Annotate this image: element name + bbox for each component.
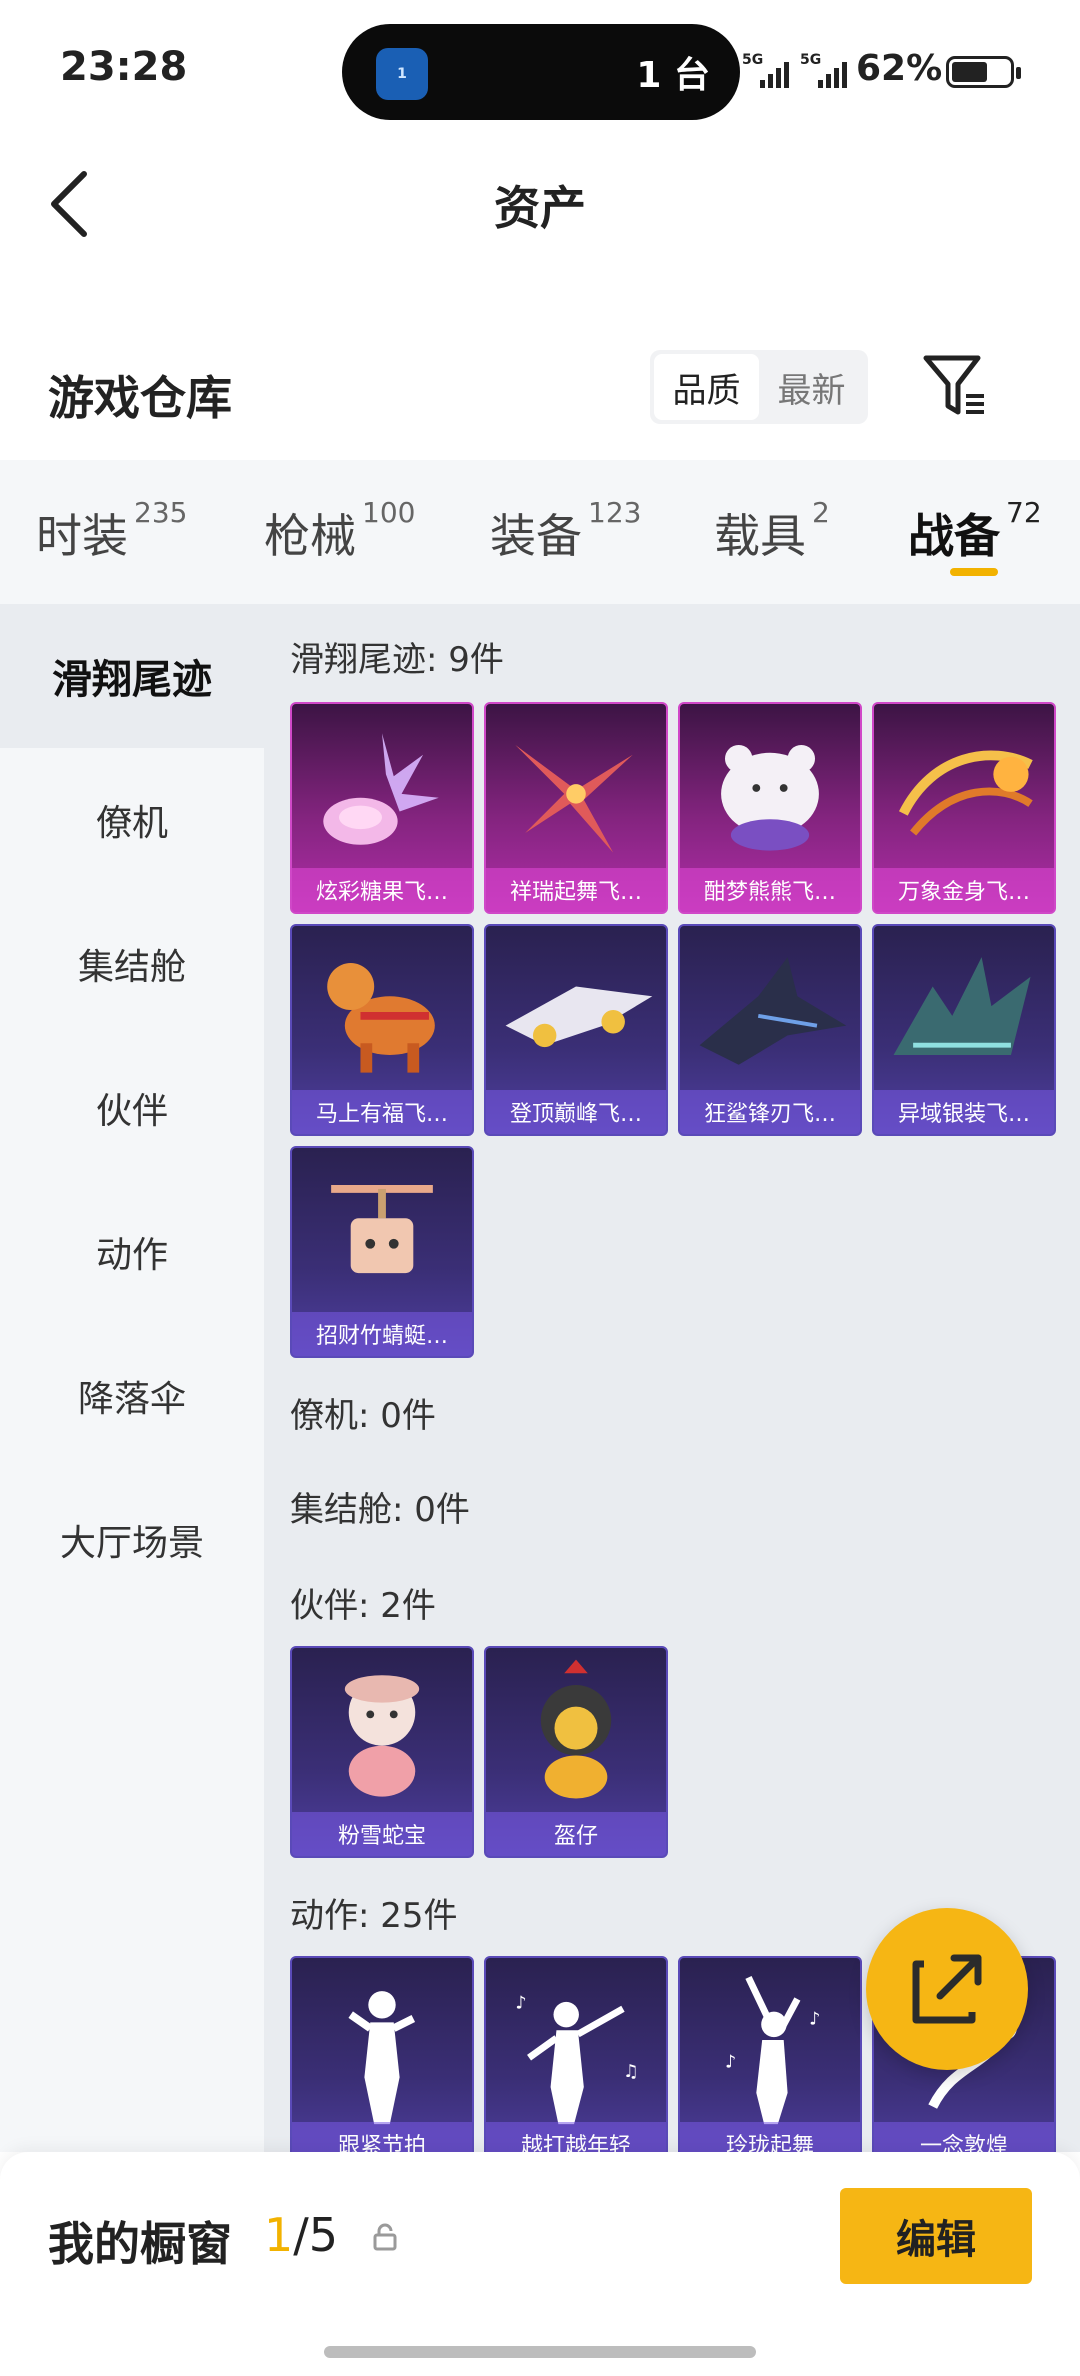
horse-trail-art	[327, 963, 435, 1073]
section-title-rally-pod: 集结舱: 0件	[290, 1490, 470, 1530]
item-card[interactable]: 招财竹蜻蜓…	[290, 1146, 474, 1358]
share-icon	[912, 1954, 982, 2024]
item-name: 一念敦煌	[874, 2122, 1054, 2152]
sidebar-item-parachute[interactable]: 降落伞	[0, 1324, 264, 1468]
item-card[interactable]: 祥瑞起舞飞…	[484, 702, 668, 914]
island-text: 1 台	[636, 55, 710, 96]
lock-icon	[373, 2223, 397, 2251]
showcase-bar: 我的橱窗 1/5 编辑	[0, 2152, 1080, 2376]
item-name: 狂鲨锋刃飞…	[680, 1090, 860, 1134]
dragon-trail-art	[515, 744, 633, 853]
sidebar-item-emote[interactable]: 动作	[0, 1180, 264, 1324]
item-card[interactable]: 粉雪蛇宝	[290, 1646, 474, 1858]
jet-trail-art	[505, 986, 653, 1048]
island-app-icon: 1	[376, 48, 428, 100]
dancer-silhouette-art: ♪ ♫	[515, 1994, 639, 2125]
tab-guns[interactable]: 枪械 100	[264, 496, 415, 566]
item-name: 酣梦熊熊飞…	[680, 868, 860, 912]
item-name: 万象金身飞…	[874, 868, 1054, 912]
item-name: 异域银装飞…	[874, 1090, 1054, 1134]
section-title-companion: 伙伴: 2件	[290, 1586, 436, 1626]
item-name: 祥瑞起舞飞…	[486, 868, 666, 912]
item-name: 越打越年轻	[486, 2122, 666, 2152]
item-card[interactable]: 万象金身飞…	[872, 702, 1056, 914]
bear-trail-art	[721, 744, 819, 851]
section-title-wingman: 僚机: 0件	[290, 1396, 436, 1436]
snow-snake-art	[344, 1675, 420, 1797]
item-name: 跟紧节拍	[292, 2122, 472, 2152]
item-card[interactable]: ♪ ♫ 越打越年轻	[484, 1956, 668, 2152]
showcase-label: 我的橱窗	[48, 2217, 232, 2271]
share-button[interactable]	[866, 1908, 1028, 2070]
status-time: 23:28	[60, 44, 188, 90]
showcase-count: 1/5	[264, 2208, 339, 2262]
sidebar: 滑翔尾迹 僚机 集结舱 伙伴 动作 降落伞 大厅场景	[0, 604, 264, 2152]
item-name: 招财竹蜻蜓…	[292, 1312, 472, 1356]
signal-icon-2	[818, 58, 847, 88]
sidebar-item-companion[interactable]: 伙伴	[0, 1036, 264, 1180]
warehouse-title: 游戏仓库	[48, 371, 232, 425]
sort-latest-button[interactable]: 最新	[759, 354, 864, 420]
candy-trail-art	[323, 733, 439, 845]
item-card[interactable]: 炫彩糖果飞…	[290, 702, 474, 914]
item-card[interactable]: 异域银装飞…	[872, 924, 1056, 1136]
item-name: 粉雪蛇宝	[292, 1812, 472, 1856]
item-name: 盔仔	[486, 1812, 666, 1856]
item-card[interactable]: ♪ ♪ 玲珑起舞	[678, 1956, 862, 2152]
svg-text:♪: ♪	[809, 2009, 820, 2029]
item-card[interactable]: 酣梦熊熊飞…	[678, 702, 862, 914]
shark-trail-art	[699, 957, 847, 1065]
signal-icon-1	[760, 58, 789, 88]
golden-trail-art	[898, 750, 1033, 836]
item-card[interactable]: 盔仔	[484, 1646, 668, 1858]
item-card[interactable]: 跟紧节拍	[290, 1956, 474, 2152]
silver-trail-art	[893, 957, 1031, 1055]
home-indicator[interactable]	[324, 2346, 756, 2358]
helmet-chick-art	[540, 1659, 612, 1799]
dancer-silhouette-art	[348, 1991, 416, 2125]
battery-icon	[946, 56, 1021, 88]
item-card[interactable]: 狂鲨锋刃飞…	[678, 924, 862, 1136]
edit-button[interactable]: 编辑	[840, 2188, 1032, 2284]
tab-fashion[interactable]: 时装 235	[36, 496, 187, 566]
svg-text:♪: ♪	[725, 2052, 736, 2072]
item-name: 马上有福飞…	[292, 1090, 472, 1134]
item-card[interactable]: 登顶巅峰飞…	[484, 924, 668, 1136]
bamboo-copter-art	[331, 1185, 433, 1274]
dynamic-island[interactable]: 1 1 台	[342, 24, 740, 120]
filter-icon[interactable]	[922, 352, 988, 418]
active-tab-indicator	[950, 568, 998, 576]
sidebar-item-glide-trail[interactable]: 滑翔尾迹	[0, 604, 264, 748]
section-title-glide: 滑翔尾迹: 9件	[290, 640, 504, 680]
sidebar-item-rally-pod[interactable]: 集结舱	[0, 892, 264, 1036]
svg-text:♪: ♪	[515, 1994, 526, 2014]
section-title-emote: 动作: 25件	[290, 1896, 458, 1936]
sort-toggle: 品质 最新	[650, 350, 868, 424]
svg-text:♫: ♫	[623, 2062, 639, 2082]
sidebar-item-lobby-scene[interactable]: 大厅场景	[0, 1468, 264, 1612]
tab-vehicles[interactable]: 载具 2	[714, 496, 830, 566]
tab-equipment[interactable]: 装备 123	[490, 496, 641, 566]
sort-quality-button[interactable]: 品质	[654, 354, 759, 420]
item-name: 炫彩糖果飞…	[292, 868, 472, 912]
item-name: 玲珑起舞	[680, 2122, 860, 2152]
item-card[interactable]: 马上有福飞…	[290, 924, 474, 1136]
sidebar-item-wingman[interactable]: 僚机	[0, 748, 264, 892]
page-title: 资产	[494, 181, 586, 235]
tab-battle-prep[interactable]: 战备 72	[908, 496, 1042, 566]
dancer-silhouette-art: ♪ ♪	[725, 1975, 820, 2125]
status-bar: 23:28 1 1 台 5G 5G 62%	[0, 0, 1080, 140]
item-name: 登顶巅峰飞…	[486, 1090, 666, 1134]
battery-percent: 62%	[856, 48, 943, 89]
category-tabs: 时装 235 枪械 100 装备 123 载具 2 战备 72	[0, 460, 1080, 604]
